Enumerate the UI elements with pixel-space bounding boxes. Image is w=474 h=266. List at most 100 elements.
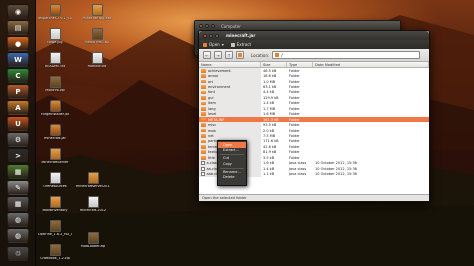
folder-icon xyxy=(201,145,206,149)
folder-icon xyxy=(275,53,280,57)
menu-open[interactable]: Open ▾ xyxy=(203,42,224,47)
settings-icon: ⚙ xyxy=(14,135,22,144)
folder-icon xyxy=(201,85,206,89)
libreoffice-calc-icon: C xyxy=(15,71,21,80)
launcher-ubuntu-one[interactable]: U xyxy=(7,116,29,131)
forward-button[interactable]: → xyxy=(214,51,222,59)
launcher-libreoffice-writer[interactable]: W xyxy=(7,52,29,67)
file-name: achievement xyxy=(208,68,231,73)
file-name: armor xyxy=(208,74,219,79)
desktop-file[interactable]: Craftbook_1.2.zip xyxy=(38,244,72,266)
trash-icon: ♲ xyxy=(14,249,22,258)
desktop-file[interactable]: MinecraftServer xyxy=(38,148,72,172)
desktop-file[interactable]: monitor.txt xyxy=(80,52,114,76)
launcher-firefox[interactable]: ● xyxy=(7,36,29,51)
desktop-file[interactable]: OptiFine_1.6.2_HD_U_C6.zip xyxy=(38,220,72,244)
launcher-trash[interactable]: ♲ xyxy=(7,246,29,261)
maximize-icon[interactable] xyxy=(211,24,215,28)
arrow-right-icon: → xyxy=(216,52,220,58)
launcher-minecraft[interactable]: ▦ xyxy=(7,164,29,179)
file-name: misc xyxy=(208,123,217,128)
column-header-size[interactable]: Size xyxy=(261,62,287,67)
window-titlebar[interactable]: minecraft.jar xyxy=(199,31,429,40)
desktop-file[interactable]: Modinfo.zip xyxy=(38,76,72,100)
launcher-dash[interactable]: ◉ xyxy=(7,4,29,19)
desktop-file[interactable]: media help.zip xyxy=(80,28,114,52)
launcher-software-center[interactable]: A xyxy=(7,100,29,115)
file-icon xyxy=(201,161,205,166)
jar-file-icon xyxy=(49,124,61,136)
desktop-file-label: minecraftrpg.exe xyxy=(82,17,112,20)
folder-icon xyxy=(201,112,206,117)
desktop-file[interactable]: ForgeInstaller.jar xyxy=(38,100,72,124)
file-date-cell: 10 October 2012, 15:36 xyxy=(315,172,357,177)
desktop-file[interactable]: minecraftserver2012 xyxy=(76,172,110,196)
launcher-settings[interactable]: ⚙ xyxy=(7,132,29,147)
launcher-workspaces[interactable]: ▦ xyxy=(7,196,29,211)
column-header-date[interactable]: Date Modified xyxy=(313,62,429,67)
up-button[interactable]: ↑ xyxy=(225,51,233,59)
folder-icon xyxy=(201,79,206,84)
folder-icon xyxy=(201,96,206,100)
column-header-name[interactable]: Name xyxy=(199,62,261,67)
minimize-icon[interactable] xyxy=(205,24,209,28)
launcher-libreoffice-calc[interactable]: C xyxy=(7,68,29,83)
launcher-terminal[interactable]: > xyxy=(7,148,29,163)
zip-file-icon xyxy=(87,232,99,244)
statusbar: Open the selected folder xyxy=(199,194,429,201)
file-name: title xyxy=(208,155,215,160)
close-icon[interactable] xyxy=(199,24,203,28)
desktop-file[interactable]: minecraftrpg.exe xyxy=(80,4,114,28)
desktop-file[interactable]: forge.jpg xyxy=(38,28,72,52)
file-name: lang xyxy=(208,106,216,111)
desktop-file-label: ModsInventory xyxy=(42,209,68,212)
maximize-icon[interactable] xyxy=(215,33,219,38)
menu-label: Extract xyxy=(236,42,252,47)
context-menu-item[interactable]: Extract... xyxy=(218,148,246,154)
desktop-file[interactable]: ModsInventory xyxy=(38,196,72,220)
desktop-file-label: media help.zip xyxy=(84,41,110,44)
minecraft-icon: ▦ xyxy=(14,167,22,176)
file-icon xyxy=(201,172,205,177)
launcher-disk2[interactable]: ◍ xyxy=(7,228,29,243)
context-menu-item[interactable]: Copy xyxy=(218,161,246,167)
minimize-icon[interactable] xyxy=(209,33,213,38)
launcher-text-editor[interactable]: ✎ xyxy=(7,180,29,195)
desktop-file[interactable]: minecraft-2012 xyxy=(76,196,110,220)
desktop-file[interactable]: README.txt xyxy=(38,52,72,76)
launcher-disk[interactable]: ◍ xyxy=(7,212,29,227)
context-menu: Open Extract... Cut Copy Rename... Delete xyxy=(217,140,247,186)
desktop-file[interactable]: minecraft.jar xyxy=(38,124,72,148)
zip-file-icon xyxy=(49,220,61,232)
location-value: / xyxy=(281,52,283,58)
menu-extract[interactable]: Extract xyxy=(230,42,252,47)
home-button[interactable] xyxy=(236,51,244,59)
desktop-file[interactable]: OreResources xyxy=(38,172,72,196)
menu-label: Open xyxy=(209,42,220,47)
desktop-file[interactable]: ModLoader.zip xyxy=(76,232,110,256)
close-icon[interactable] xyxy=(203,33,207,38)
desktop-file-label: Craftbook_1.2.zip xyxy=(40,257,70,260)
location-input[interactable]: / xyxy=(272,51,421,59)
jar-file-icon xyxy=(49,100,61,112)
arrow-up-icon: ↑ xyxy=(227,52,231,58)
file-size-cell: 1.1 kB xyxy=(263,172,275,177)
file-icon xyxy=(201,166,205,171)
txt-file-icon xyxy=(91,52,103,64)
column-header-type[interactable]: Type xyxy=(287,62,313,67)
context-menu-item[interactable]: Delete xyxy=(218,175,246,181)
desktop-file[interactable]: Iexpatcher-2.6.1_64.jar xyxy=(38,4,72,28)
firefox-icon: ● xyxy=(14,39,22,48)
file-name: META-INF xyxy=(208,117,225,122)
file-name: net xyxy=(208,133,214,138)
ubuntu-one-icon: U xyxy=(15,119,21,128)
home-icon xyxy=(238,53,242,57)
chevron-down-icon: ▾ xyxy=(221,42,224,47)
launcher-files[interactable]: ▤ xyxy=(7,20,29,35)
launcher-libreoffice-impress[interactable]: P xyxy=(7,84,29,99)
back-button[interactable]: ← xyxy=(203,51,211,59)
folder-open-icon xyxy=(203,42,207,47)
disk2-icon: ◍ xyxy=(14,231,22,240)
jar-file-icon xyxy=(49,4,61,16)
desktop-file-label: ModLoader.zip xyxy=(80,245,106,248)
